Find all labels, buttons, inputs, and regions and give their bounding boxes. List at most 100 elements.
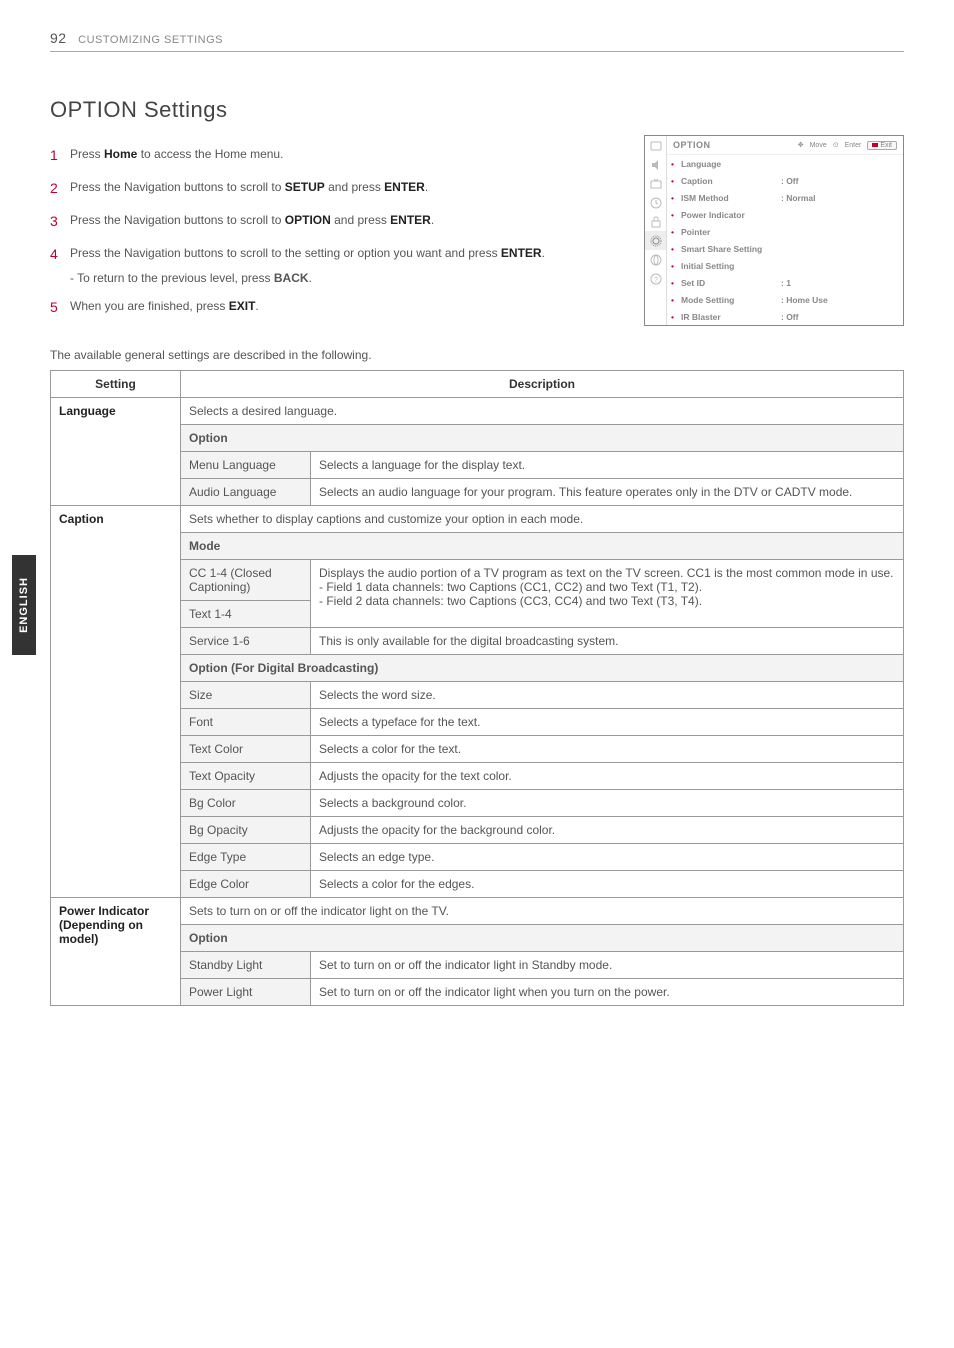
exit-swatch <box>872 143 878 147</box>
language-tab: ENGLISH <box>12 555 36 655</box>
table-row: Caption Sets whether to display captions… <box>51 506 904 533</box>
intro-text: The available general settings are descr… <box>50 348 904 362</box>
step-text: When you are finished, press EXIT. <box>70 297 259 315</box>
option-name: Size <box>181 682 311 709</box>
step-5: 5 When you are finished, press EXIT. <box>50 297 610 318</box>
osd-item[interactable]: •Language <box>667 155 903 172</box>
option-name: Text 1-4 <box>181 601 311 628</box>
option-desc: Selects a language for the display text. <box>311 452 904 479</box>
osd-controls: ✥ Move ⊙ Enter Exit <box>798 141 897 150</box>
option-name: Service 1-6 <box>181 628 311 655</box>
option-name: Bg Color <box>181 790 311 817</box>
option-desc: Selects a color for the text. <box>311 736 904 763</box>
step-number: 1 <box>50 145 70 166</box>
option-desc: Selects a background color. <box>311 790 904 817</box>
osd-item-value: : Home Use <box>781 295 828 305</box>
option-name: Edge Type <box>181 844 311 871</box>
osd-icon-column: ? <box>645 136 667 325</box>
setting-desc: Sets to turn on or off the indicator lig… <box>181 898 904 925</box>
osd-item[interactable]: •Initial Setting <box>667 257 903 274</box>
osd-item[interactable]: •ISM Method: Normal <box>667 189 903 206</box>
osd-item-value: : Off <box>781 176 798 186</box>
setting-power-indicator: Power Indicator (Depending on model) <box>51 898 181 1006</box>
osd-item-label: Initial Setting <box>681 261 781 271</box>
bullet-icon: • <box>671 312 681 322</box>
subhead-option-digital: Option (For Digital Broadcasting) <box>181 655 904 682</box>
bullet-icon: • <box>671 176 681 186</box>
step-number: 3 <box>50 211 70 232</box>
step-text: Press Home to access the Home menu. <box>70 145 283 163</box>
bullet-icon: • <box>671 295 681 305</box>
option-desc: Selects the word size. <box>311 682 904 709</box>
lock-icon <box>645 212 666 231</box>
subhead-option: Option <box>181 425 904 452</box>
osd-item-value: : Normal <box>781 193 815 203</box>
osd-item-value: : Off <box>781 312 798 322</box>
osd-item[interactable]: •Mode Setting: Home Use <box>667 291 903 308</box>
osd-item-label: ISM Method <box>681 193 781 203</box>
table-row: Power Indicator (Depending on model) Set… <box>51 898 904 925</box>
osd-item-label: Set ID <box>681 278 781 288</box>
osd-title-row: OPTION ✥ Move ⊙ Enter Exit <box>667 136 903 155</box>
osd-item[interactable]: •Smart Share Setting <box>667 240 903 257</box>
time-icon <box>645 193 666 212</box>
step-number: 4 <box>50 244 70 265</box>
step-2: 2 Press the Navigation buttons to scroll… <box>50 178 610 199</box>
option-name: Bg Opacity <box>181 817 311 844</box>
option-desc: Set to turn on or off the indicator ligh… <box>311 979 904 1006</box>
step-text: Press the Navigation buttons to scroll t… <box>70 211 434 229</box>
enter-label: Enter <box>845 142 862 149</box>
option-name: Text Color <box>181 736 311 763</box>
bullet-icon: • <box>671 210 681 220</box>
option-desc: Selects an edge type. <box>311 844 904 871</box>
setting-desc: Selects a desired language. <box>181 398 904 425</box>
step-4: 4 Press the Navigation buttons to scroll… <box>50 244 610 265</box>
option-desc: Adjusts the opacity for the text color. <box>311 763 904 790</box>
svg-text:?: ? <box>654 277 658 284</box>
bullet-icon: • <box>671 159 681 169</box>
option-name: Power Light <box>181 979 311 1006</box>
option-name: Edge Color <box>181 871 311 898</box>
setting-caption: Caption <box>51 506 181 898</box>
enter-icon: ⊙ <box>833 141 839 149</box>
option-desc: Displays the audio portion of a TV progr… <box>311 560 904 628</box>
osd-item[interactable]: •Set ID: 1 <box>667 274 903 291</box>
osd-item-label: Mode Setting <box>681 295 781 305</box>
chapter-title: CUSTOMIZING SETTINGS <box>78 34 223 46</box>
setting-language: Language <box>51 398 181 506</box>
option-name: Audio Language <box>181 479 311 506</box>
exit-button[interactable]: Exit <box>867 141 897 150</box>
osd-main: OPTION ✥ Move ⊙ Enter Exit •Language•Cap… <box>667 136 903 325</box>
move-icon: ✥ <box>798 141 804 149</box>
osd-item-label: Power Indicator <box>681 210 781 220</box>
step-3: 3 Press the Navigation buttons to scroll… <box>50 211 610 232</box>
osd-item-label: IR Blaster <box>681 312 781 322</box>
support-icon: ? <box>645 269 666 288</box>
page-number: 92 <box>50 30 67 46</box>
col-header-description: Description <box>181 371 904 398</box>
step-number: 2 <box>50 178 70 199</box>
step-text: Press the Navigation buttons to scroll t… <box>70 244 545 262</box>
table-row: Language Selects a desired language. <box>51 398 904 425</box>
option-desc: Set to turn on or off the indicator ligh… <box>311 952 904 979</box>
option-desc: Adjusts the opacity for the background c… <box>311 817 904 844</box>
option-name: Menu Language <box>181 452 311 479</box>
picture-icon <box>645 136 666 155</box>
option-desc: Selects a typeface for the text. <box>311 709 904 736</box>
setting-desc: Sets whether to display captions and cus… <box>181 506 904 533</box>
osd-item-label: Smart Share Setting <box>681 244 781 254</box>
table-head-row: Setting Description <box>51 371 904 398</box>
osd-item-label: Language <box>681 159 781 169</box>
move-label: Move <box>810 142 827 149</box>
network-icon <box>645 250 666 269</box>
osd-item[interactable]: •Pointer <box>667 223 903 240</box>
osd-item-value: : 1 <box>781 278 791 288</box>
osd-item[interactable]: •IR Blaster: Off <box>667 308 903 325</box>
option-name: Text Opacity <box>181 763 311 790</box>
osd-item[interactable]: •Caption: Off <box>667 172 903 189</box>
bullet-icon: • <box>671 261 681 271</box>
osd-item[interactable]: •Power Indicator <box>667 206 903 223</box>
subhead-option: Option <box>181 925 904 952</box>
bullet-icon: • <box>671 278 681 288</box>
section-title: OPTION Settings <box>50 97 904 123</box>
